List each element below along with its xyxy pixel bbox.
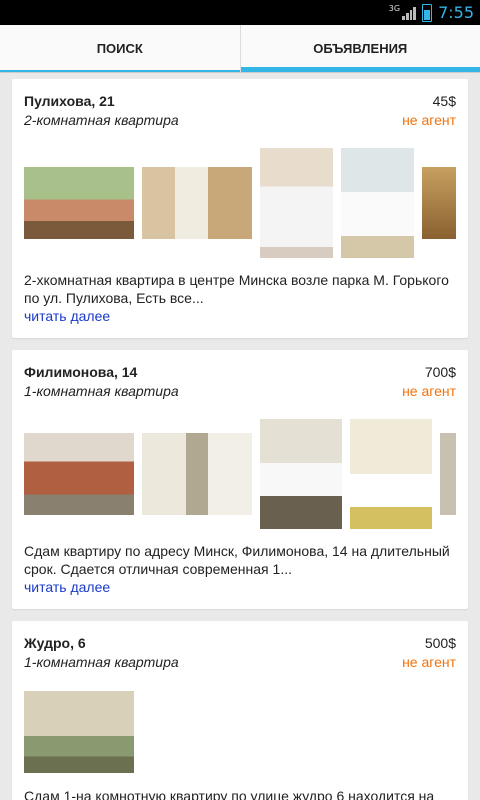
tab-listings-label: ОБЪЯВЛЕНИЯ bbox=[313, 41, 408, 56]
photo-strip[interactable] bbox=[24, 148, 456, 258]
battery-icon bbox=[422, 3, 433, 22]
listing-price: 700$ bbox=[424, 364, 456, 380]
photo-bedroom[interactable] bbox=[24, 433, 134, 515]
listing-card[interactable]: Пулихова, 21 45$ 2-комнатная квартира не… bbox=[12, 79, 468, 338]
photo-strip[interactable] bbox=[24, 690, 456, 774]
signal-icon bbox=[402, 6, 417, 20]
listing-card[interactable]: Филимонова, 14 700$ 1-комнатная квартира… bbox=[12, 350, 468, 609]
listing-price: 45$ bbox=[432, 93, 456, 109]
photo-living-room[interactable] bbox=[24, 167, 134, 239]
photo-toilet[interactable] bbox=[350, 419, 432, 529]
status-time: 7:55 bbox=[438, 3, 474, 22]
listing-card[interactable]: Жудро, 6 500$ 1-комнатная квартира не аг… bbox=[12, 621, 468, 800]
listing-type: 2-комнатная квартира bbox=[24, 112, 179, 128]
listing-address: Жудро, 6 bbox=[24, 635, 86, 651]
photo-strip[interactable] bbox=[24, 419, 456, 529]
photo-kitchen[interactable] bbox=[142, 433, 252, 515]
photo-toilet[interactable] bbox=[341, 148, 414, 258]
listing-agent: не агент bbox=[402, 654, 456, 670]
listing-address: Филимонова, 14 bbox=[24, 364, 138, 380]
listing-type: 1-комнатная квартира bbox=[24, 383, 179, 399]
photo-washing-machine[interactable] bbox=[260, 148, 333, 258]
read-more-link[interactable]: читать далее bbox=[24, 308, 110, 324]
photo-kitchen[interactable] bbox=[142, 167, 252, 239]
tab-listings[interactable]: ОБЪЯВЛЕНИЯ bbox=[239, 25, 480, 72]
status-bar: 3G 7:55 bbox=[0, 0, 480, 25]
listing-description: Сдам квартиру по адресу Минск, Филимонов… bbox=[24, 543, 450, 577]
listing-description: Сдам 1-на комнотную квартиру по улице жу… bbox=[24, 788, 435, 800]
tab-search[interactable]: ПОИСК bbox=[0, 25, 240, 72]
tab-bar: ПОИСК ОБЪЯВЛЕНИЯ bbox=[0, 25, 480, 73]
tab-search-label: ПОИСК bbox=[96, 41, 143, 56]
listings-list[interactable]: Пулихова, 21 45$ 2-комнатная квартира не… bbox=[0, 73, 480, 800]
photo-hallway[interactable] bbox=[440, 433, 456, 515]
listing-address: Пулихова, 21 bbox=[24, 93, 115, 109]
tab-indicator bbox=[0, 70, 240, 72]
listing-price: 500$ bbox=[424, 635, 456, 651]
listing-agent: не агент bbox=[402, 383, 456, 399]
network-type: 3G bbox=[388, 4, 401, 13]
listing-description: 2-хкомнатная квартира в центре Минска во… bbox=[24, 272, 449, 306]
read-more-link[interactable]: читать далее bbox=[24, 579, 110, 595]
photo-bedroom[interactable] bbox=[422, 167, 456, 239]
photo-bathroom[interactable] bbox=[260, 419, 342, 529]
listing-agent: не агент bbox=[402, 112, 456, 128]
tab-indicator-selected bbox=[240, 67, 480, 72]
listing-type: 1-комнатная квартира bbox=[24, 654, 179, 670]
photo-room[interactable] bbox=[24, 691, 134, 773]
